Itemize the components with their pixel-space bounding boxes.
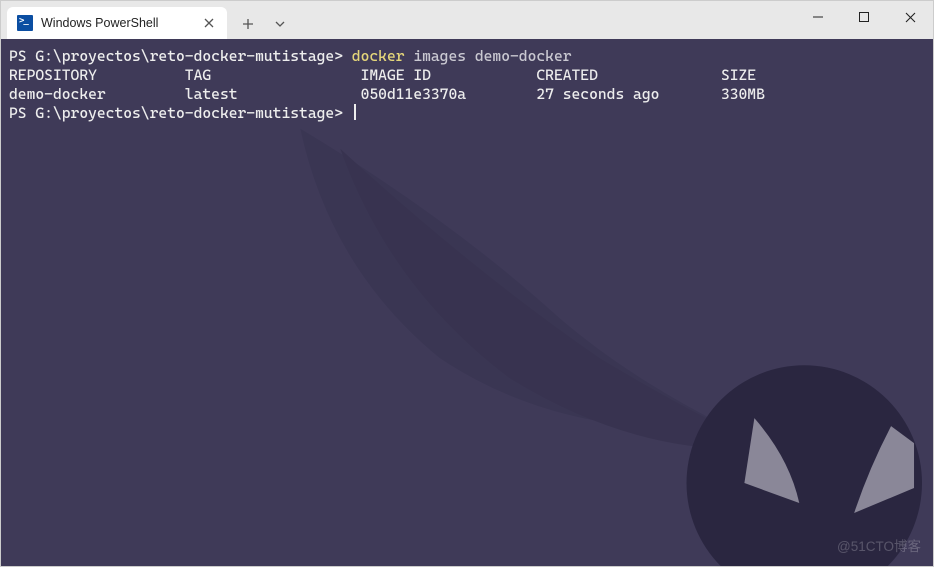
col-size: SIZE	[721, 66, 756, 84]
cursor	[354, 104, 356, 120]
titlebar: Windows PowerShell	[1, 1, 933, 39]
terminal-pane[interactable]: PS G:\proyectos\reto-docker-mutistage> d…	[1, 39, 933, 566]
cell-imageid: 050d11e3370a	[361, 85, 466, 103]
cell-repository: demo-docker	[9, 85, 106, 103]
col-imageid: IMAGE ID	[361, 66, 431, 84]
prompt-line: PS G:\proyectos\reto-docker-mutistage>	[9, 47, 343, 65]
prompt-line: PS G:\proyectos\reto-docker-mutistage>	[9, 104, 343, 122]
terminal-window: Windows PowerShell	[0, 0, 934, 567]
col-tag: TAG	[185, 66, 211, 84]
window-controls	[795, 1, 933, 33]
tab-title: Windows PowerShell	[41, 16, 193, 30]
cell-size: 330MB	[721, 85, 765, 103]
minimize-button[interactable]	[795, 1, 841, 33]
tab-dropdown-button[interactable]	[265, 9, 295, 39]
new-tab-button[interactable]	[233, 9, 263, 39]
maximize-button[interactable]	[841, 1, 887, 33]
terminal-output: PS G:\proyectos\reto-docker-mutistage> d…	[9, 47, 925, 123]
col-repository: REPOSITORY	[9, 66, 97, 84]
tab-powershell[interactable]: Windows PowerShell	[7, 7, 227, 39]
watermark: @51CTO博客	[837, 537, 921, 556]
command-name: docker	[352, 47, 405, 65]
cell-created: 27 seconds ago	[536, 85, 659, 103]
close-tab-icon[interactable]	[201, 15, 217, 31]
close-button[interactable]	[887, 1, 933, 33]
col-created: CREATED	[536, 66, 598, 84]
command-args: images demo-docker	[413, 47, 571, 65]
powershell-icon	[17, 15, 33, 31]
tab-actions	[227, 9, 295, 39]
cell-tag: latest	[185, 85, 238, 103]
tab-strip: Windows PowerShell	[1, 1, 295, 39]
